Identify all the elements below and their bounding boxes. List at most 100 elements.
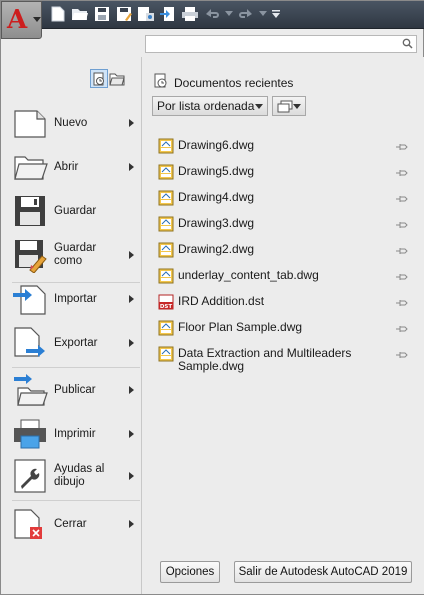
wrench-icon: [12, 458, 48, 494]
recent-documents-toggle[interactable]: [90, 69, 108, 88]
pin-icon[interactable]: [395, 322, 408, 336]
save-icon[interactable]: [93, 5, 111, 23]
save-to-web-icon[interactable]: [159, 5, 177, 23]
pin-icon[interactable]: [395, 244, 408, 258]
search-box: [145, 35, 417, 53]
chevron-right-icon: [129, 295, 134, 303]
recent-file-item[interactable]: DST IRD Addition.dst: [158, 292, 408, 312]
floppy-disk-icon: [12, 193, 48, 229]
autocad-logo-icon: A: [7, 5, 28, 35]
menu-item-label: Cerrar: [54, 517, 87, 530]
menu-item-label: Guardar como: [54, 242, 97, 267]
view-mode-dropdown[interactable]: [272, 96, 306, 116]
pin-icon[interactable]: [395, 218, 408, 232]
chevron-right-icon: [129, 520, 134, 528]
chevron-right-icon: [129, 339, 134, 347]
menu-divider: [12, 367, 140, 368]
menu-item-label: Importar: [54, 292, 97, 305]
pin-icon[interactable]: [395, 348, 408, 362]
new-icon[interactable]: [49, 5, 67, 23]
recent-file-item[interactable]: Drawing5.dwg: [158, 162, 408, 182]
chevron-down-icon: [293, 104, 301, 109]
svg-text:DST: DST: [160, 304, 173, 310]
dwg-file-icon: [158, 164, 174, 180]
chevron-right-icon: [129, 386, 134, 394]
menu-item-cerrar[interactable]: Cerrar: [12, 503, 140, 545]
dwg-file-icon: [158, 268, 174, 284]
recent-file-name: Drawing4.dwg: [178, 190, 255, 204]
recent-file-name: Drawing6.dwg: [178, 138, 255, 152]
pin-icon[interactable]: [395, 192, 408, 206]
icon-view-icon: [277, 100, 293, 116]
save-as-icon[interactable]: [115, 5, 133, 23]
chevron-right-icon: [129, 119, 134, 127]
pin-icon[interactable]: [395, 296, 408, 310]
printer-icon: [12, 416, 48, 452]
dwg-file-icon: [158, 138, 174, 154]
menu-item-label: Exportar: [54, 336, 98, 349]
recent-file-item[interactable]: Drawing4.dwg: [158, 188, 408, 208]
dwg-file-icon: [158, 320, 174, 336]
pin-icon[interactable]: [395, 140, 408, 154]
pin-icon[interactable]: [395, 270, 408, 284]
dwg-file-icon: [158, 216, 174, 232]
menu-item-abrir[interactable]: Abrir: [12, 146, 140, 188]
menu-item-guardar[interactable]: Guardar: [12, 190, 140, 232]
application-button[interactable]: A: [1, 1, 42, 39]
chevron-right-icon: [129, 251, 134, 259]
chevron-down-icon: [33, 17, 41, 22]
redo-icon[interactable]: [237, 5, 255, 23]
plot-icon[interactable]: [181, 5, 199, 23]
sort-dropdown-value: Por lista ordenada: [157, 99, 255, 113]
panel-title-text: Documentos recientes: [174, 75, 294, 90]
save-as-icon: [12, 237, 48, 274]
undo-icon[interactable]: [203, 5, 221, 23]
recent-file-item[interactable]: Drawing2.dwg: [158, 240, 408, 260]
recent-file-item[interactable]: Data Extraction and Multileaders Sample.…: [158, 344, 408, 373]
chevron-right-icon: [129, 163, 134, 171]
menu-item-imprimir[interactable]: Imprimir: [12, 413, 140, 455]
panel-title: Documentos recientes: [154, 73, 293, 92]
search-icon[interactable]: [402, 38, 413, 52]
recent-documents-icon: [154, 73, 168, 92]
chevron-right-icon: [129, 430, 134, 438]
open-icon[interactable]: [71, 5, 89, 23]
chevron-right-icon: [129, 472, 134, 480]
menu-item-label: Ayudas al dibujo: [54, 463, 105, 488]
sort-dropdown[interactable]: Por lista ordenada: [152, 96, 268, 116]
new-document-icon: [12, 105, 48, 141]
recent-file-name: underlay_content_tab.dwg: [178, 268, 319, 282]
exit-autocad-button[interactable]: Salir de Autodesk AutoCAD 2019: [234, 561, 412, 583]
menu-item-label: Abrir: [54, 160, 79, 173]
chevron-down-icon[interactable]: [225, 5, 233, 23]
panel-view-toggle: [90, 69, 126, 88]
chevron-down-icon: [255, 104, 263, 109]
menu-item-nuevo[interactable]: Nuevo: [12, 102, 140, 144]
search-input[interactable]: [148, 37, 398, 51]
menu-item-exportar[interactable]: Exportar: [12, 322, 140, 364]
dwg-file-icon: [158, 242, 174, 258]
recent-file-item[interactable]: Drawing6.dwg: [158, 136, 408, 156]
recent-file-name: Drawing3.dwg: [178, 216, 255, 230]
left-menu-panel: Nuevo Abrir Guardar Guardar como Importa…: [2, 57, 142, 594]
chevron-down-icon[interactable]: [259, 5, 267, 23]
recent-file-item[interactable]: underlay_content_tab.dwg: [158, 266, 408, 286]
menu-item-label: Imprimir: [54, 427, 96, 440]
open-from-web-icon[interactable]: [137, 5, 155, 23]
menu-item-importar[interactable]: Importar: [12, 278, 140, 320]
recent-file-name: Drawing2.dwg: [178, 242, 255, 256]
import-icon: [12, 281, 48, 317]
publish-icon: [12, 372, 48, 408]
menu-item-ayudas-al-dibujo[interactable]: Ayudas al dibujo: [12, 455, 140, 497]
menu-item-label: Nuevo: [54, 116, 88, 129]
options-button[interactable]: Opciones: [160, 561, 220, 583]
recent-file-item[interactable]: Drawing3.dwg: [158, 214, 408, 234]
pin-icon[interactable]: [395, 166, 408, 180]
open-documents-toggle[interactable]: [108, 69, 126, 88]
customize-qat-icon[interactable]: [271, 5, 281, 23]
menu-item-guardar-como[interactable]: Guardar como: [12, 234, 140, 276]
recent-file-item[interactable]: Floor Plan Sample.dwg: [158, 318, 408, 338]
open-folder-icon: [12, 149, 48, 185]
recent-file-name: IRD Addition.dst: [178, 294, 265, 308]
menu-item-publicar[interactable]: Publicar: [12, 369, 140, 411]
